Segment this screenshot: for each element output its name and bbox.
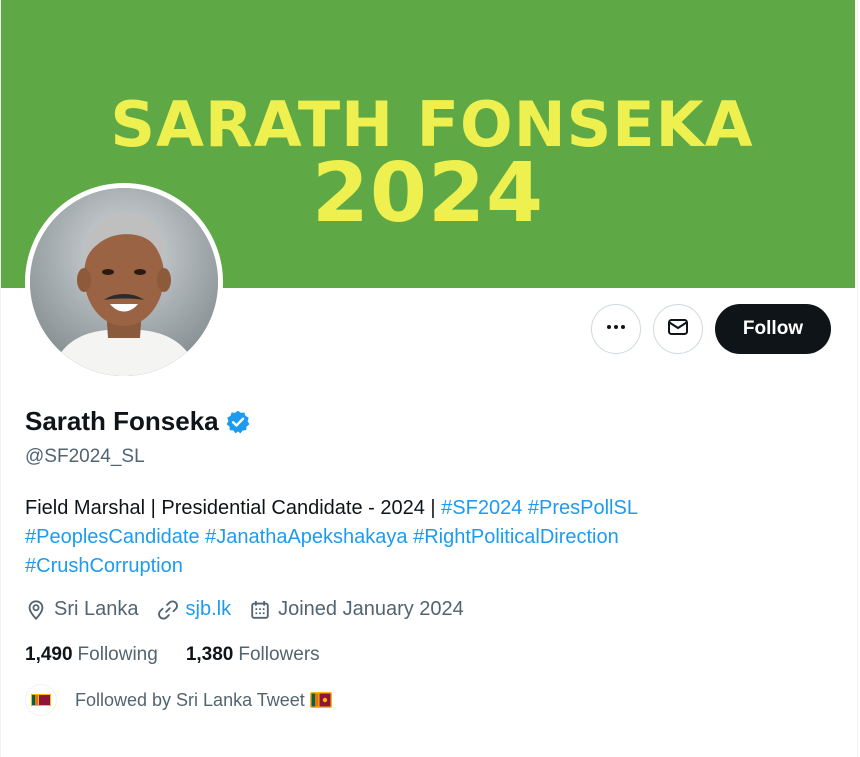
follower-avatar bbox=[25, 684, 57, 716]
hashtag-link[interactable]: #SF2024 bbox=[441, 497, 522, 519]
sri-lanka-flag-icon bbox=[309, 691, 332, 708]
hashtag-link[interactable]: #RightPoliticalDirection bbox=[413, 526, 619, 548]
link-icon bbox=[157, 599, 178, 620]
following-label: Following bbox=[77, 644, 158, 665]
avatar-photo bbox=[30, 188, 218, 376]
joined-text: Joined January 2024 bbox=[278, 598, 464, 620]
hashtag-link[interactable]: #PresPollSL bbox=[528, 497, 638, 519]
following-count: 1,490 bbox=[25, 644, 73, 665]
user-handle: @SF2024_SL bbox=[25, 446, 145, 467]
followed-by-label: Followed by Sri Lanka Tweet bbox=[75, 689, 305, 710]
followed-by-row[interactable]: Followed by Sri Lanka Tweet bbox=[25, 684, 332, 716]
verified-badge-icon[interactable] bbox=[225, 409, 251, 435]
following-link[interactable]: 1,490 Following bbox=[25, 644, 158, 666]
website-item: sjb.lk bbox=[157, 598, 232, 621]
followers-label: Followers bbox=[238, 644, 320, 665]
hashtag-link[interactable]: #CrushCorruption bbox=[25, 555, 183, 577]
calendar-icon bbox=[251, 600, 269, 619]
followers-link[interactable]: 1,380 Followers bbox=[186, 644, 320, 666]
more-horizontal-icon bbox=[605, 316, 627, 343]
message-button[interactable] bbox=[653, 304, 703, 354]
name-row: Sarath Fonseka bbox=[25, 406, 251, 437]
website-link[interactable]: sjb.lk bbox=[186, 598, 232, 621]
profile-avatar[interactable] bbox=[25, 183, 223, 381]
location-item: Sri Lanka bbox=[25, 598, 139, 621]
location-pin-icon bbox=[28, 599, 44, 620]
profile-page: SARATH FONSEKA 2024 Follow Sarath Fonsek… bbox=[0, 0, 858, 757]
follow-button[interactable]: Follow bbox=[715, 304, 831, 354]
joined-item: Joined January 2024 bbox=[249, 598, 464, 621]
followed-by-text: Followed by Sri Lanka Tweet bbox=[75, 690, 332, 711]
more-options-button[interactable] bbox=[591, 304, 641, 354]
profile-meta: Sri Lanka sjb.lk Joined January 2024 bbox=[25, 598, 482, 621]
profile-bio: Field Marshal | Presidential Candidate -… bbox=[25, 494, 785, 581]
hashtag-link[interactable]: #JanathaApekshakaya bbox=[205, 526, 407, 548]
location-text: Sri Lanka bbox=[54, 598, 139, 620]
envelope-icon bbox=[666, 315, 690, 344]
follow-stats: 1,490 Following 1,380 Followers bbox=[25, 644, 348, 666]
bio-text: Field Marshal | Presidential Candidate -… bbox=[25, 497, 436, 519]
display-name: Sarath Fonseka bbox=[25, 406, 219, 436]
hashtag-link[interactable]: #PeoplesCandidate bbox=[25, 526, 200, 548]
sri-lanka-flag-icon bbox=[31, 694, 51, 706]
followers-count: 1,380 bbox=[185, 644, 234, 665]
